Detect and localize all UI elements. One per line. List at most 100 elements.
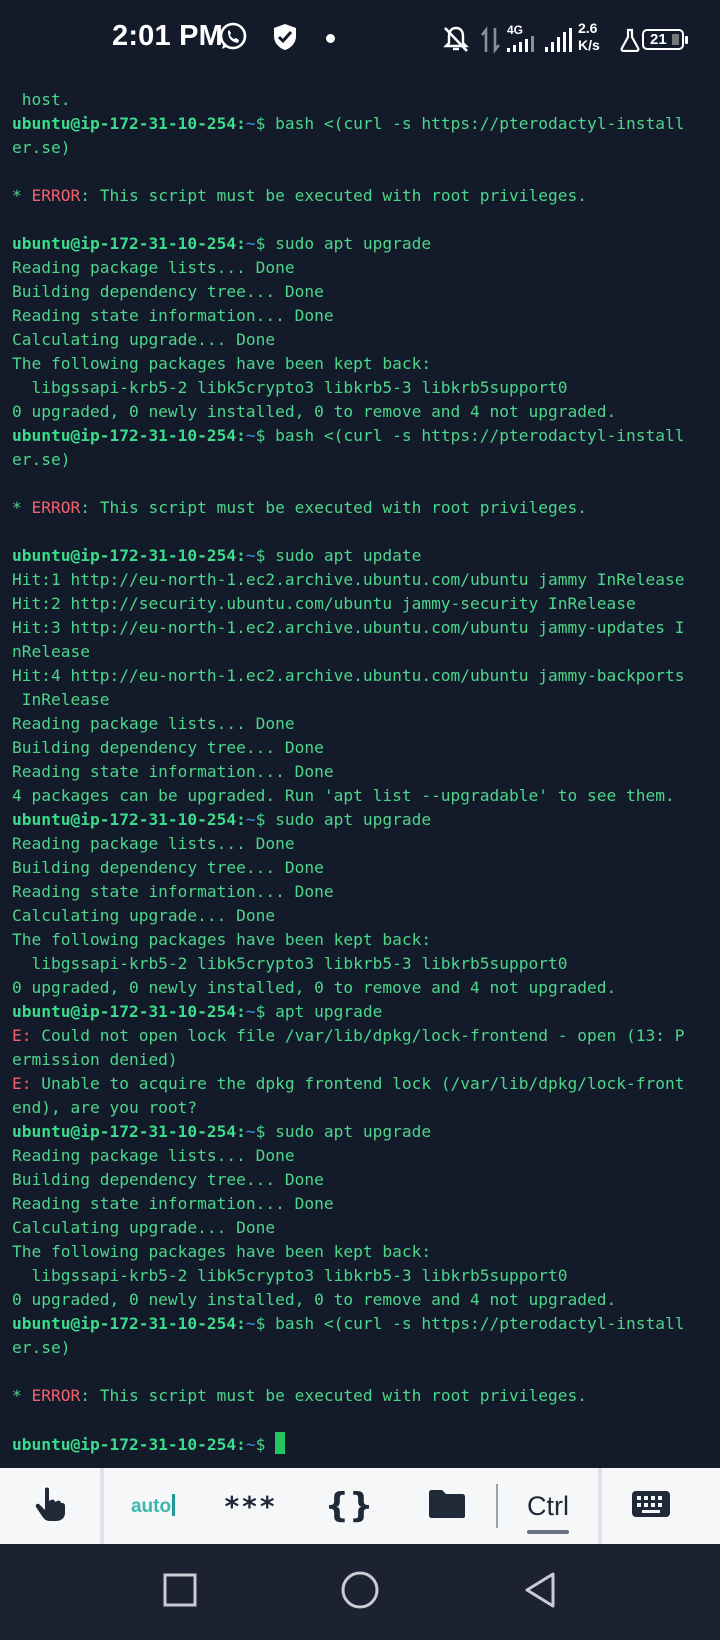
notification-dot-icon [326, 34, 335, 43]
password-button[interactable]: *** [202, 1468, 300, 1544]
prompt-user-host: ubuntu@ip-172-31-10-254: [12, 546, 246, 565]
terminal-output-line: The following packages have been kept ba… [12, 1240, 712, 1264]
keyboard-toggle-button[interactable] [602, 1468, 700, 1544]
output-text: er.se) [12, 1338, 71, 1357]
output-text: libgssapi-krb5-2 libk5crypto3 libkrb5-3 … [12, 1266, 568, 1285]
signal-2-icon [545, 28, 575, 57]
terminal-error-line: * ERROR: This script must be executed wi… [12, 184, 712, 208]
terminal-prompt-line: ubuntu@ip-172-31-10-254:~$ sudo apt upgr… [12, 1120, 712, 1144]
files-button[interactable] [398, 1468, 496, 1544]
keyboard-icon [631, 1490, 671, 1522]
touch-mode-button[interactable] [0, 1468, 100, 1544]
status-bar: 2:01 PM 4G 2.6 K/s 21 [0, 0, 720, 82]
terminal-output-line: InRelease [12, 688, 712, 712]
terminal-output-line: Reading state information... Done [12, 304, 712, 328]
signal-icon [507, 36, 541, 57]
prompt-path: ~ [245, 1122, 256, 1141]
auto-label: auto [130, 1496, 172, 1517]
terminal-output-line: Calculating upgrade... Done [12, 1216, 712, 1240]
ctrl-key[interactable]: Ctrl [498, 1468, 598, 1544]
terminal-output-line: libgssapi-krb5-2 libk5crypto3 libkrb5-3 … [12, 1264, 712, 1288]
output-text: Hit:4 http://eu-north-1.ec2.archive.ubun… [12, 666, 685, 685]
terminal-output-line: The following packages have been kept ba… [12, 928, 712, 952]
error-label: ERROR [31, 1386, 81, 1405]
output-text: Reading state information... Done [12, 762, 334, 781]
output-text: Reading state information... Done [12, 882, 334, 901]
error-label: ERROR [31, 186, 81, 205]
error-message: : This script must be executed with root… [80, 498, 588, 517]
output-text: ermission denied) [12, 1050, 178, 1069]
terminal-prompt-line: ubuntu@ip-172-31-10-254:~$ sudo apt upgr… [12, 808, 712, 832]
back-icon [523, 1571, 557, 1613]
ctrl-label: Ctrl [527, 1490, 569, 1521]
terminal-prompt-line: ubuntu@ip-172-31-10-254:~$ sudo apt upgr… [12, 232, 712, 256]
bell-off-icon [442, 24, 470, 59]
terminal-prompt-line: ubuntu@ip-172-31-10-254:~$ apt upgrade [12, 1000, 712, 1024]
output-text: Reading package lists... Done [12, 834, 295, 853]
output-text: The following packages have been kept ba… [12, 1242, 432, 1261]
terminal-output[interactable]: host. ubuntu@ip-172-31-10-254:~$ bash <(c… [12, 88, 712, 1456]
output-text: Building dependency tree... Done [12, 1170, 324, 1189]
terminal-cursor [275, 1432, 286, 1454]
output-text: libgssapi-krb5-2 libk5crypto3 libkrb5-3 … [12, 954, 568, 973]
terminal-output-line: Calculating upgrade... Done [12, 904, 712, 928]
error-label: E: [12, 1074, 32, 1093]
error-label: ERROR [31, 498, 81, 517]
prompt-path: ~ [245, 1435, 256, 1454]
terminal-output-line: er.se) [12, 1336, 712, 1360]
terminal-prompt-line: ubuntu@ip-172-31-10-254:~$ bash <(curl -… [12, 1312, 712, 1336]
prompt-path: ~ [245, 114, 256, 133]
terminal-output-line: 4 packages can be upgraded. Run 'apt lis… [12, 784, 712, 808]
prompt-path: ~ [245, 234, 256, 253]
output-text: Building dependency tree... Done [12, 282, 324, 301]
terminal-output-line: Reading state information... Done [12, 760, 712, 784]
snippets-button[interactable]: {} [300, 1468, 398, 1544]
prompt-command: $ bash <(curl -s https://pterodactyl-ins… [255, 426, 685, 445]
extra-keys-toolbar: auto *** {} Ctrl [0, 1468, 720, 1544]
home-icon [340, 1570, 380, 1614]
output-text: 0 upgraded, 0 newly installed, 0 to remo… [12, 978, 617, 997]
terminal-output-line: Reading state information... Done [12, 880, 712, 904]
speed-value: 2.6 [578, 20, 598, 36]
output-text: er.se) [12, 450, 71, 469]
output-text: The following packages have been kept ba… [12, 354, 432, 373]
prompt-user-host: ubuntu@ip-172-31-10-254: [12, 1435, 246, 1454]
terminal-output-line: Hit:3 http://eu-north-1.ec2.archive.ubun… [12, 616, 712, 640]
output-text: Building dependency tree... Done [12, 858, 324, 877]
home-button[interactable] [315, 1544, 405, 1640]
prompt-user-host: ubuntu@ip-172-31-10-254: [12, 234, 246, 253]
error-label: E: [12, 1026, 32, 1045]
terminal-output-line: The following packages have been kept ba… [12, 352, 712, 376]
output-text: Calculating upgrade... Done [12, 1218, 276, 1237]
terminal-output-line: Reading package lists... Done [12, 832, 712, 856]
terminal-output-line: libgssapi-krb5-2 libk5crypto3 libkrb5-3 … [12, 952, 712, 976]
terminal-output-line: er.se) [12, 136, 712, 160]
back-button[interactable] [495, 1544, 585, 1640]
error-message: : This script must be executed with root… [80, 1386, 588, 1405]
whatsapp-icon [218, 22, 248, 57]
prompt-command: $ sudo apt upgrade [255, 810, 432, 829]
terminal-output-line: 0 upgraded, 0 newly installed, 0 to remo… [12, 1288, 712, 1312]
terminal-output-line: Reading package lists... Done [12, 256, 712, 280]
auto-button[interactable]: auto [104, 1468, 202, 1544]
terminal-output-line: Reading package lists... Done [12, 712, 712, 736]
terminal-output-line: Building dependency tree... Done [12, 280, 712, 304]
output-text: Calculating upgrade... Done [12, 906, 276, 925]
terminal-output-line: Reading package lists... Done [12, 1144, 712, 1168]
terminal-output-line: 0 upgraded, 0 newly installed, 0 to remo… [12, 400, 712, 424]
recent-apps-button[interactable] [135, 1544, 225, 1640]
flask-icon [620, 28, 640, 57]
prompt-command: $ sudo apt upgrade [255, 234, 432, 253]
prompt-path: ~ [245, 1002, 256, 1021]
output-text: 0 upgraded, 0 newly installed, 0 to remo… [12, 1290, 617, 1309]
terminal-output-line: host. [12, 88, 712, 112]
prompt-user-host: ubuntu@ip-172-31-10-254: [12, 114, 246, 133]
error-prefix: * [12, 186, 32, 205]
output-text: Reading state information... Done [12, 1194, 334, 1213]
data-arrows-icon [480, 26, 502, 59]
